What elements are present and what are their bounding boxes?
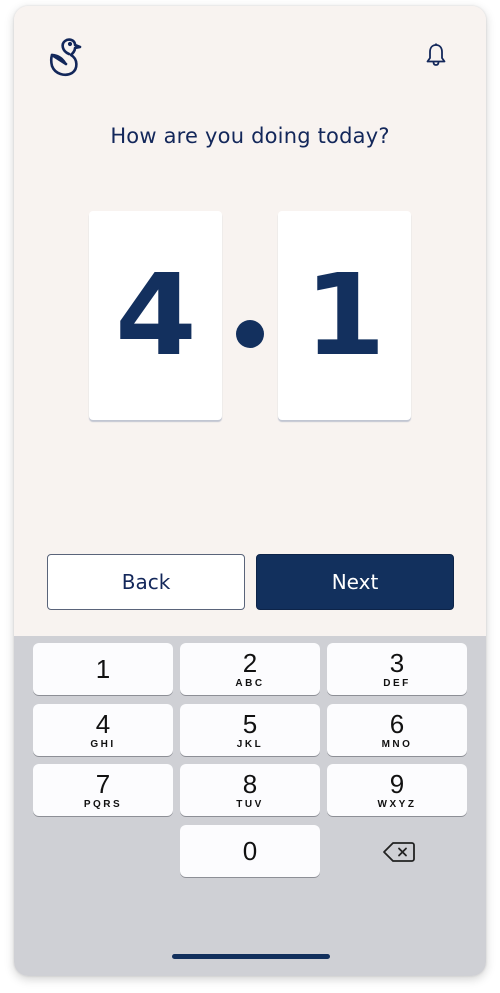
key-letters: DEF bbox=[383, 677, 411, 689]
key-letters: MNO bbox=[381, 738, 413, 750]
backspace-icon[interactable] bbox=[382, 840, 416, 864]
decimal-digit: 1 bbox=[303, 250, 386, 381]
back-button[interactable]: Back bbox=[47, 554, 245, 610]
key-number: 9 bbox=[389, 768, 405, 799]
key-letters: GHI bbox=[90, 738, 116, 750]
key-letters: PQRS bbox=[83, 798, 123, 810]
numeric-keypad: 1 2 ABC 3 DEF 4 GHI 5 JKL 6 MNO 7 PQRS 8 bbox=[14, 636, 486, 976]
key-number: 4 bbox=[95, 708, 111, 739]
key-number: 7 bbox=[95, 768, 111, 799]
duck-logo-icon[interactable] bbox=[48, 36, 88, 78]
key-9[interactable]: 9 WXYZ bbox=[327, 764, 467, 816]
key-1[interactable]: 1 bbox=[33, 643, 173, 695]
key-number: 0 bbox=[242, 836, 258, 866]
decimal-point bbox=[236, 320, 264, 348]
whole-digit-card[interactable]: 4 bbox=[89, 211, 222, 420]
key-number: 5 bbox=[242, 708, 258, 739]
key-number: 6 bbox=[389, 708, 405, 739]
decimal-digit-card[interactable]: 1 bbox=[278, 211, 411, 420]
key-letters: ABC bbox=[235, 677, 265, 689]
next-button[interactable]: Next bbox=[256, 554, 454, 610]
key-letters: JKL bbox=[236, 738, 264, 750]
key-7[interactable]: 7 PQRS bbox=[33, 764, 173, 816]
key-letters: WXYZ bbox=[377, 798, 417, 810]
key-number: 8 bbox=[242, 768, 258, 799]
question-prompt: How are you doing today? bbox=[110, 124, 390, 148]
key-letters: TUV bbox=[236, 798, 264, 810]
key-8[interactable]: 8 TUV bbox=[180, 764, 320, 816]
key-6[interactable]: 6 MNO bbox=[327, 704, 467, 756]
home-indicator[interactable] bbox=[172, 954, 330, 959]
key-4[interactable]: 4 GHI bbox=[33, 704, 173, 756]
key-number: 2 bbox=[242, 647, 258, 678]
rating-screen: How are you doing today? 4 1 Back Next bbox=[14, 6, 486, 636]
key-0[interactable]: 0 bbox=[180, 825, 320, 877]
key-number: 1 bbox=[95, 653, 111, 684]
whole-digit: 4 bbox=[114, 250, 197, 381]
key-number: 3 bbox=[389, 647, 405, 678]
key-3[interactable]: 3 DEF bbox=[327, 643, 467, 695]
phone-screen: How are you doing today? 4 1 Back Next 1… bbox=[14, 6, 486, 976]
bell-icon[interactable] bbox=[424, 42, 448, 68]
key-2[interactable]: 2 ABC bbox=[180, 643, 320, 695]
key-5[interactable]: 5 JKL bbox=[180, 704, 320, 756]
